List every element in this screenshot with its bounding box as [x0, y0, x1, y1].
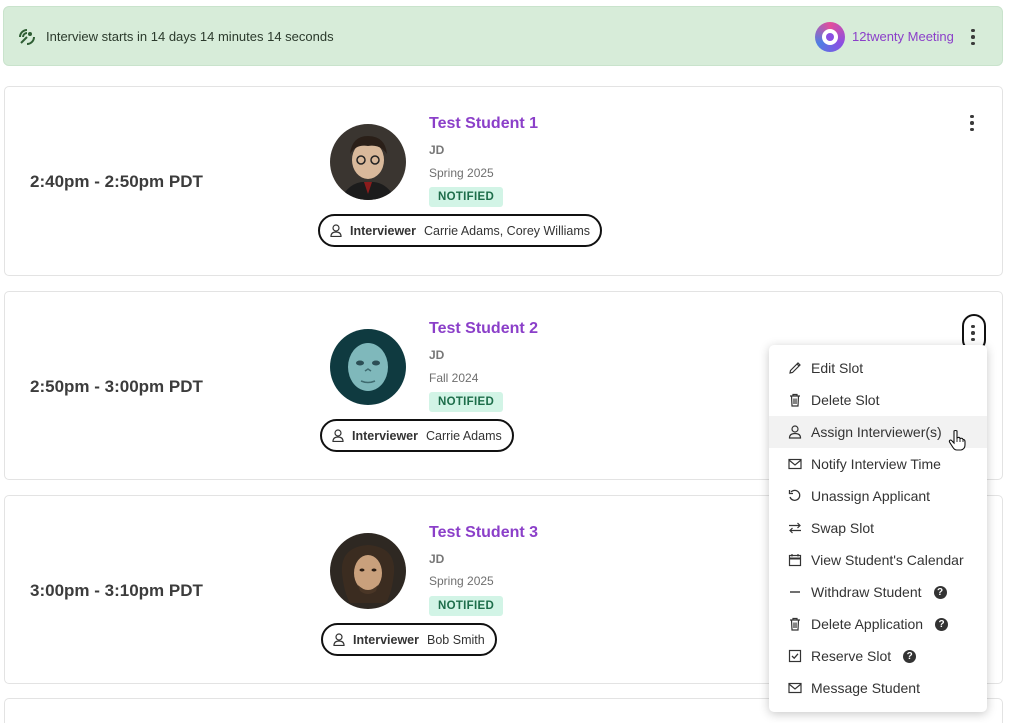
interviewer-names: Carrie Adams, Corey Williams	[424, 223, 591, 238]
help-icon[interactable]: ?	[903, 649, 917, 663]
trash-icon	[790, 617, 800, 631]
menu-item-label: Delete Slot	[811, 392, 880, 408]
slot-kebab-icon[interactable]	[965, 323, 981, 343]
student-initials: JD	[429, 552, 445, 566]
slot-actions-menu: Edit Slot Delete Slot Assign Interviewer…	[769, 345, 987, 712]
meeting-link[interactable]: 12twenty Meeting	[852, 29, 954, 44]
interviewer-label: Interviewer	[352, 428, 419, 443]
banner-kebab-icon[interactable]	[965, 27, 981, 47]
countdown-text: Interview starts in 14 days 14 minutes 1…	[46, 29, 334, 44]
minus-icon	[790, 591, 800, 593]
person-icon	[332, 429, 344, 442]
hand-cursor-icon	[948, 429, 966, 451]
person-icon	[333, 633, 345, 646]
student-avatar	[330, 124, 406, 200]
student-avatar	[330, 329, 406, 405]
envelope-icon	[788, 682, 802, 694]
student-term: Fall 2024	[429, 371, 479, 385]
meeting-logo-icon[interactable]	[815, 22, 845, 52]
undo-icon	[788, 489, 801, 501]
menu-item-view-calendar[interactable]: View Student's Calendar	[769, 544, 987, 576]
interview-countdown-banner: Interview starts in 14 days 14 minutes 1…	[3, 6, 1003, 66]
student-term: Spring 2025	[429, 166, 494, 180]
menu-item-label: Reserve Slot	[811, 648, 892, 664]
person-icon	[330, 224, 342, 237]
help-icon[interactable]: ?	[933, 585, 947, 599]
student-name[interactable]: Test Student 1	[429, 115, 538, 133]
menu-item-withdraw-student[interactable]: Withdraw Student ?	[769, 576, 987, 608]
satellite-signal-icon	[19, 29, 35, 45]
status-badge: NOTIFIED	[429, 187, 504, 207]
student-name[interactable]: Test Student 2	[429, 320, 538, 338]
person-icon	[788, 425, 802, 439]
help-icon[interactable]: ?	[935, 617, 949, 631]
swap-icon	[789, 522, 801, 534]
menu-item-edit-slot[interactable]: Edit Slot	[769, 352, 987, 384]
menu-item-reserve-slot[interactable]: Reserve Slot ?	[769, 640, 987, 672]
interviewer-label: Interviewer	[350, 223, 417, 238]
menu-item-label: Edit Slot	[811, 360, 864, 376]
menu-item-delete-slot[interactable]: Delete Slot	[769, 384, 987, 416]
interviewer-pill: Interviewer Carrie Adams	[320, 419, 514, 452]
menu-item-swap-slot[interactable]: Swap Slot	[769, 512, 987, 544]
slot-kebab-icon[interactable]	[964, 113, 980, 133]
slot-card-1: 2:40pm - 2:50pm PDT Test Student 1 JD Sp…	[4, 86, 1003, 276]
student-avatar	[330, 533, 406, 609]
interviewer-pill: Interviewer Carrie Adams, Corey Williams	[318, 214, 603, 247]
menu-item-label: Notify Interview Time	[811, 456, 941, 472]
interviewer-names: Bob Smith	[427, 632, 485, 647]
calendar-icon	[788, 554, 802, 567]
menu-item-label: Withdraw Student	[811, 584, 922, 600]
slot-time: 2:40pm - 2:50pm PDT	[30, 172, 203, 191]
interviewer-label: Interviewer	[353, 632, 420, 647]
menu-item-label: Unassign Applicant	[811, 488, 931, 504]
checkbox-icon	[788, 649, 802, 663]
student-term: Spring 2025	[429, 574, 494, 588]
menu-item-notify-interview-time[interactable]: Notify Interview Time	[769, 448, 987, 480]
menu-item-label: Delete Application	[811, 616, 924, 632]
menu-item-label: Assign Interviewer(s)	[811, 424, 942, 440]
slot-time: 3:00pm - 3:10pm PDT	[30, 581, 203, 600]
interviewer-pill: Interviewer Bob Smith	[321, 623, 497, 656]
slot-time: 2:50pm - 3:00pm PDT	[30, 377, 203, 396]
menu-item-unassign-applicant[interactable]: Unassign Applicant	[769, 480, 987, 512]
menu-item-label: Swap Slot	[811, 520, 875, 536]
trash-icon	[790, 393, 800, 407]
menu-item-delete-application[interactable]: Delete Application ?	[769, 608, 987, 640]
status-badge: NOTIFIED	[429, 392, 504, 412]
menu-item-label: Message Student	[811, 680, 920, 696]
student-initials: JD	[429, 348, 445, 362]
student-name[interactable]: Test Student 3	[429, 524, 538, 542]
status-badge: NOTIFIED	[429, 596, 504, 616]
interviewer-names: Carrie Adams	[426, 428, 502, 443]
envelope-icon	[788, 458, 802, 470]
menu-item-message-student[interactable]: Message Student	[769, 672, 987, 704]
pencil-icon	[789, 362, 801, 374]
menu-item-label: View Student's Calendar	[811, 552, 964, 568]
student-initials: JD	[429, 143, 445, 157]
